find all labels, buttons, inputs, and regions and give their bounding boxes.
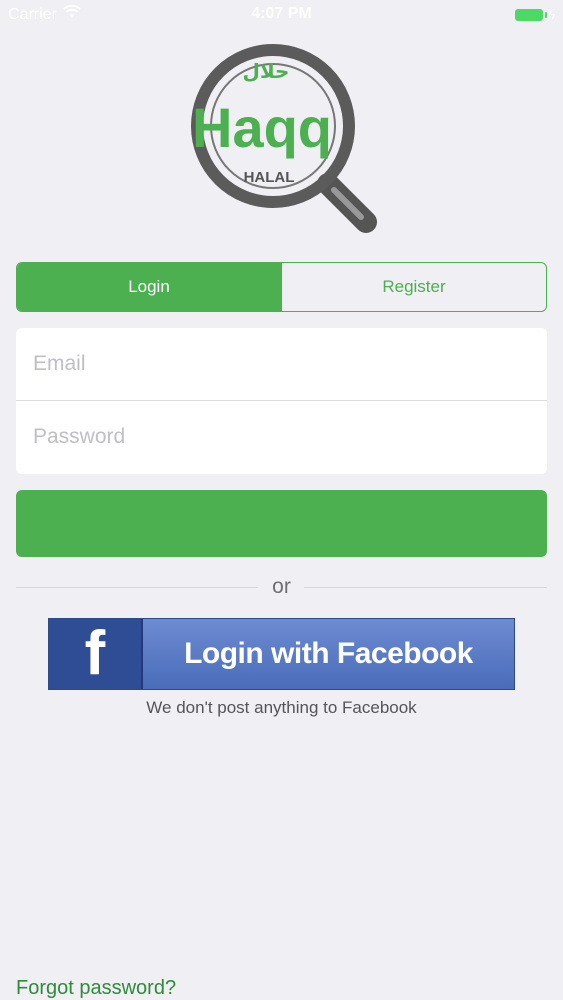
login-submit-button[interactable]	[16, 490, 547, 557]
auth-mode-segmented-control: Login Register	[16, 262, 547, 312]
facebook-f-glyph: f	[84, 619, 106, 688]
logo-brand: Haqq	[192, 96, 332, 159]
logo-tagline: HALAL	[244, 169, 295, 186]
charging-icon: ϟ	[548, 8, 555, 22]
or-label: or	[272, 575, 291, 598]
or-divider: or	[16, 575, 547, 599]
facebook-login-button[interactable]: f Login with Facebook	[48, 618, 515, 690]
credentials-form	[16, 328, 547, 474]
tab-register[interactable]: Register	[281, 263, 546, 311]
password-field[interactable]	[16, 401, 547, 473]
email-field[interactable]	[16, 328, 547, 400]
status-bar: Carrier 4:07 PM ϟ	[0, 0, 563, 30]
haqq-logo: حلال Haqq HALAL	[178, 34, 388, 240]
status-right: ϟ	[514, 8, 555, 22]
facebook-button-label: Login with Facebook	[184, 637, 473, 670]
battery-icon	[514, 9, 547, 21]
tab-login[interactable]: Login	[17, 263, 281, 311]
facebook-icon: f	[49, 619, 143, 689]
facebook-privacy-note: We don't post anything to Facebook	[146, 698, 417, 717]
forgot-password-link[interactable]: Forgot password?	[16, 977, 176, 1000]
status-time: 4:07 PM	[251, 5, 312, 22]
logo-arabic: حلال	[243, 59, 290, 83]
